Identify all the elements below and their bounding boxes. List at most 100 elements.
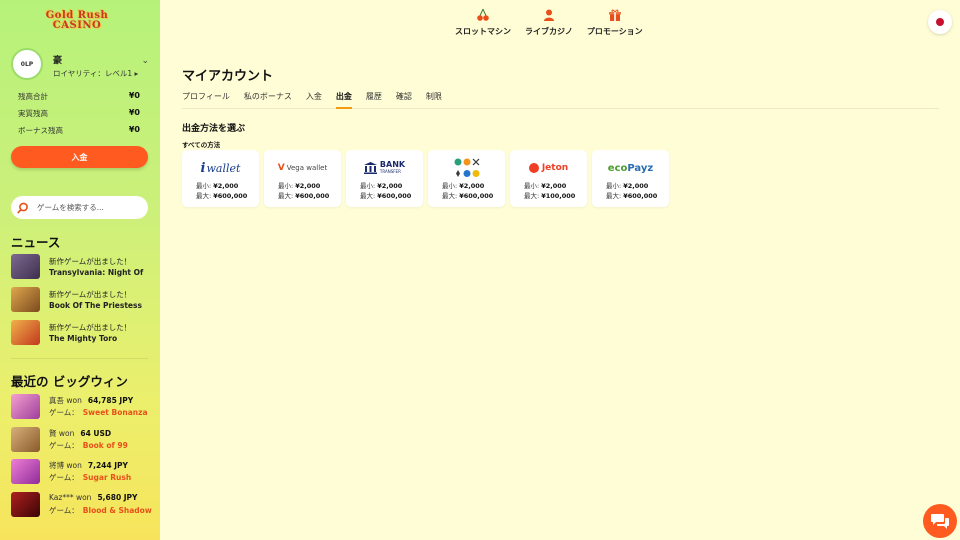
balance-label: 実質残高 (18, 109, 48, 118)
player-panel[interactable]: 0LP 豪 ロイヤリティ：レベル1 ▸ ⌄ (11, 48, 151, 82)
chat-icon (931, 514, 949, 529)
winner-name: 賢 won (49, 429, 75, 438)
method-card-bank-transfer[interactable]: BANK TRANSFER 最小: ¥2,000 最大: ¥600,000 (346, 150, 423, 207)
min-amount: ¥2,000 (459, 182, 485, 190)
bank-transfer-logo: BANK TRANSFER (346, 157, 423, 179)
win-game-link[interactable]: Sugar Rush (83, 473, 131, 482)
game-thumbnail (11, 427, 40, 452)
japan-flag-icon (936, 18, 944, 26)
game-search-input[interactable]: ゲームを検索する... (11, 196, 148, 219)
min-amount: ¥2,000 (377, 182, 403, 190)
balance-value: ¥0 (128, 108, 140, 117)
tab-deposit[interactable]: 入金 (306, 91, 322, 109)
min-label: 最小: (442, 182, 458, 190)
game-thumbnail (11, 459, 40, 484)
language-selector[interactable] (928, 10, 952, 34)
win-amount: 7,244 JPY (87, 461, 128, 470)
tab-verification[interactable]: 確認 (396, 91, 412, 109)
big-win-item[interactable]: 賢 won 64 USD ゲーム： Book of 99 (11, 427, 160, 453)
news-headline: 新作ゲームが出ました！ (49, 290, 132, 299)
max-amount: ¥600,000 (377, 192, 412, 200)
method-card-jeton[interactable]: Jeton 最小: ¥2,000 最大: ¥100,000 (510, 150, 587, 207)
crypto-logos (428, 157, 505, 179)
player-name: 豪 (53, 56, 63, 66)
big-win-item[interactable]: 将博 won 7,244 JPY ゲーム： Sugar Rush (11, 459, 160, 485)
tab-profile[interactable]: プロフィール (182, 91, 230, 109)
news-item[interactable]: 新作ゲームが出ました！ Transylvania: Night Of (11, 254, 156, 280)
tab-limits[interactable]: 制限 (426, 91, 442, 109)
deposit-button[interactable]: 入金 (11, 146, 148, 168)
cherry-icon (477, 8, 489, 21)
sidebar: Gold Rush CASINO 0LP 豪 ロイヤリティ：レベル1 ▸ ⌄ 残… (0, 0, 160, 540)
max-label: 最大: (360, 192, 376, 200)
logo-line2: CASINO (52, 20, 102, 31)
tab-history[interactable]: 履歴 (366, 91, 382, 109)
nav-label: スロットマシン (455, 27, 511, 36)
tab-my-bonus[interactable]: 私のボーナス (244, 91, 292, 109)
method-card-crypto[interactable]: 最小: ¥2,000 最大: ¥600,000 (428, 150, 505, 207)
winner-name: 真吾 won (49, 396, 82, 405)
nav-label: プロモーション (586, 27, 643, 36)
balance-value: ¥0 (128, 91, 140, 100)
tab-withdraw[interactable]: 出金 (335, 91, 352, 109)
method-card-ecopayz[interactable]: eco Payz 最小: ¥2,000 最大: ¥600,000 (592, 150, 669, 207)
win-game-link[interactable]: Blood & Shadow (83, 506, 152, 515)
game-thumbnail (11, 254, 40, 279)
max-label: 最大: (196, 192, 212, 200)
big-win-item[interactable]: Kaz*** won 5,680 JPY ゲーム： Blood & Shadow (11, 492, 160, 518)
method-card-iwallet[interactable]: i wallet 最小: ¥2,000 最大: ¥600,000 (182, 150, 259, 207)
nav-slots[interactable]: スロットマシン (455, 8, 511, 37)
ecopayz-logo: eco Payz (607, 162, 654, 174)
divider (11, 358, 148, 359)
win-game-link[interactable]: Sweet Bonanza (83, 408, 148, 417)
winner-name: Kaz*** won (49, 493, 92, 502)
min-label: 最小: (524, 182, 540, 190)
game-prefix: ゲーム： (49, 473, 79, 482)
min-amount: ¥2,000 (213, 182, 239, 190)
casino-logo[interactable]: Gold Rush CASINO (36, 8, 118, 34)
top-navigation: スロットマシン ライブカジノ プロモーション (455, 8, 643, 37)
chevron-down-icon[interactable]: ⌄ (141, 56, 149, 66)
search-placeholder: ゲームを検索する... (37, 203, 104, 212)
game-thumbnail (11, 287, 40, 312)
page-title: マイアカウント (182, 69, 274, 84)
game-prefix: ゲーム： (49, 441, 79, 450)
winner-name: 将博 won (49, 461, 82, 470)
live-chat-button[interactable] (923, 504, 957, 538)
game-prefix: ゲーム： (49, 408, 79, 417)
news-game-name: Transylvania: Night Of (49, 268, 144, 277)
max-label: 最大: (442, 192, 458, 200)
big-wins-title: 最近の ビッグウィン (11, 374, 128, 389)
balance-real-row: 実質残高 ¥0 (18, 108, 140, 119)
news-headline: 新作ゲームが出ました！ (49, 257, 132, 266)
crypto-coins-icon (454, 158, 479, 177)
win-game-link[interactable]: Book of 99 (83, 441, 128, 450)
jeton-logo: Jeton (510, 157, 587, 179)
balance-label: ボーナス残高 (18, 126, 63, 135)
balance-value: ¥0 (128, 125, 140, 134)
dealer-icon (543, 9, 554, 21)
news-game-name: The Mighty Toro (49, 334, 118, 343)
game-prefix: ゲーム： (49, 506, 79, 515)
search-icon (17, 202, 28, 213)
iwallet-logo: i wallet (200, 160, 241, 176)
win-amount: 64,785 JPY (87, 396, 134, 405)
nav-promotions[interactable]: プロモーション (587, 8, 643, 37)
news-item[interactable]: 新作ゲームが出ました！ The Mighty Toro (11, 320, 156, 346)
max-amount: ¥600,000 (295, 192, 330, 200)
game-thumbnail (11, 492, 40, 517)
account-tabs: プロフィール 私のボーナス 入金 出金 履歴 確認 制限 (182, 91, 939, 109)
min-label: 最小: (360, 182, 376, 190)
min-amount: ¥2,000 (295, 182, 321, 190)
game-thumbnail (11, 320, 40, 345)
balance-total-row: 残高合計 ¥0 (18, 91, 140, 102)
bank-icon (363, 162, 377, 174)
big-win-item[interactable]: 真吾 won 64,785 JPY ゲーム： Sweet Bonanza (11, 394, 160, 420)
nav-label: ライブカジノ (525, 27, 573, 36)
nav-live-casino[interactable]: ライブカジノ (525, 8, 573, 37)
method-card-vega-wallet[interactable]: V Vega wallet 最小: ¥2,000 最大: ¥600,000 (264, 150, 341, 207)
news-item[interactable]: 新作ゲームが出ました！ Book Of The Priestess (11, 287, 156, 313)
max-amount: ¥600,000 (459, 192, 494, 200)
loyalty-level[interactable]: ロイヤリティ：レベル1 ▸ (53, 68, 138, 79)
min-label: 最小: (196, 182, 212, 190)
